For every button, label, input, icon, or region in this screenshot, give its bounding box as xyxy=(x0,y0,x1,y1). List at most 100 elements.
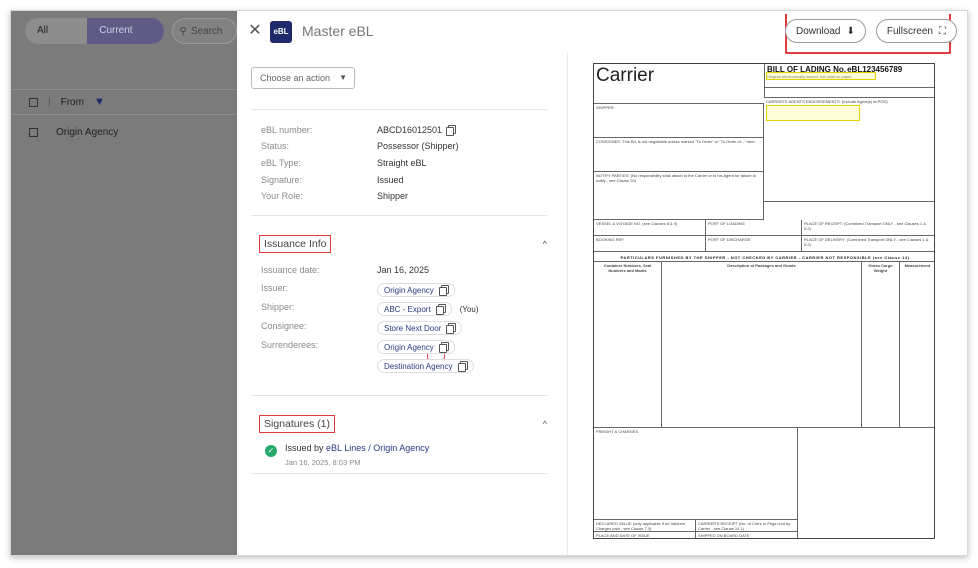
bill-of-lading-preview: Carrier BILL OF LADING No. eBL123456789 … xyxy=(593,63,935,539)
port-loading-label: PORT OF LOADING xyxy=(708,221,745,226)
carrier-receipt-cell: CARRIER'S RECEIPT (No. of Cntrs or Pkgs … xyxy=(696,520,798,532)
summary-row-ebl-type: eBL Type: Straight eBL xyxy=(261,158,427,168)
container-column-label: Container Numbers, Seal Numbers and Mark… xyxy=(603,263,652,273)
declared-value-label: DECLARED VALUE (only applicable if Ad Va… xyxy=(596,521,686,531)
issuer-value: Origin Agency xyxy=(384,285,434,295)
issuance-row-surrenderees: Surrenderees: Origin Agency xyxy=(261,340,455,354)
surrenderee-chip[interactable]: Destination Agency xyxy=(377,359,474,373)
issuance-row-surrenderee-2: Destination Agency xyxy=(261,359,474,373)
summary-row-signature: Signature: Issued xyxy=(261,175,404,185)
signatures-title[interactable]: Signatures (1) xyxy=(259,415,335,433)
terms-cell xyxy=(798,428,934,538)
status-value: Possessor (Shipper) xyxy=(377,141,459,151)
port-discharge-cell: PORT OF DISCHARGE xyxy=(706,236,802,252)
issuance-row-consignee: Consignee: Store Next Door xyxy=(261,321,463,335)
row-checkbox xyxy=(29,128,38,137)
chevron-up-icon[interactable]: ^ xyxy=(543,239,547,249)
freight-cell: FREIGHT & CHARGES xyxy=(594,428,798,520)
consignee-chip[interactable]: Store Next Door xyxy=(377,321,463,335)
measurement-column-label: Measurement xyxy=(904,263,931,268)
shipped-on-board-cell: SHIPPED ON BOARD DATE xyxy=(696,532,798,538)
consignee-field-label: CONSIGNEE: This B/L is not negotiable un… xyxy=(596,139,756,144)
chevron-up-icon[interactable]: ^ xyxy=(543,419,547,429)
tab-all-folders: All folders xyxy=(25,18,88,44)
background-app: All folders Current folder ⚲ Search | Fr… xyxy=(11,11,237,555)
freight-label: FREIGHT & CHARGES xyxy=(596,429,639,434)
carrier-name: Carrier xyxy=(596,65,655,86)
ebl-type-value: Straight eBL xyxy=(377,158,427,168)
issuance-date-value: Jan 16, 2025 xyxy=(377,265,430,275)
measurement-column: Measurement xyxy=(900,262,934,428)
port-discharge-label: PORT OF DISCHARGE xyxy=(708,237,751,242)
issuance-info-title[interactable]: Issuance Info xyxy=(259,235,332,253)
place-issue-cell: PLACE AND DATE OF ISSUE xyxy=(594,532,696,538)
shipper-cell: SHIPPER: xyxy=(594,104,764,138)
summary-label: Status: xyxy=(261,141,290,151)
copy-icon[interactable] xyxy=(457,361,468,372)
action-select-placeholder: Choose an action xyxy=(260,73,331,83)
shipped-on-board-label: SHIPPED ON BOARD DATE xyxy=(698,533,750,538)
summary-row-status: Status: Possessor (Shipper) xyxy=(261,141,459,151)
download-icon: ⬇ xyxy=(846,25,855,37)
port-loading-cell: PORT OF LOADING xyxy=(706,220,802,236)
search-placeholder: Search xyxy=(190,25,223,37)
ebl-drawer: ✕ eBL Master eBL Download ⬇ Fullscreen ⛶… xyxy=(237,11,967,555)
weight-column-label: Gross Cargo Weight xyxy=(868,263,893,273)
search-icon: ⚲ xyxy=(179,25,187,37)
carrier-cell: Carrier xyxy=(594,64,764,104)
issuer-label: Issuer: xyxy=(261,283,289,293)
vessel-label: VESSEL & VOYAGE NO. (see Clauses 8 & 9) xyxy=(596,221,678,226)
select-all-checkbox xyxy=(29,97,38,107)
copy-icon[interactable] xyxy=(435,304,446,315)
download-label: Download xyxy=(795,25,841,37)
copy-icon[interactable] xyxy=(438,342,449,353)
shipper-chip[interactable]: ABC - Export xyxy=(377,302,452,316)
close-icon[interactable]: ✕ xyxy=(247,21,263,41)
summary-label: Signature: xyxy=(261,175,303,185)
copy-icon[interactable] xyxy=(438,285,449,296)
place-delivery-label: PLACE OF DELIVERY: (Combined Transport O… xyxy=(804,237,929,247)
background-table-header: | From ▼ xyxy=(11,89,237,115)
action-select[interactable]: Choose an action ▼ xyxy=(251,67,355,89)
issued-by-link[interactable]: eBL Lines / Origin Agency xyxy=(326,443,429,453)
particulars-banner: PARTICULARS FURNISHED BY THE SHIPPER - N… xyxy=(594,254,934,262)
issuance-date-label: Issuance date: xyxy=(261,265,320,275)
copy-icon[interactable] xyxy=(446,125,457,136)
signature-entry: ✓ Issued by eBL Lines / Origin Agency Ja… xyxy=(265,443,429,467)
weight-column: Gross Cargo Weight xyxy=(862,262,900,428)
fullscreen-button[interactable]: Fullscreen ⛶ xyxy=(875,19,957,43)
divider xyxy=(251,215,547,216)
summary-label: Your Role: xyxy=(261,191,303,201)
you-note: (You) xyxy=(459,304,479,314)
fullscreen-icon: ⛶ xyxy=(939,25,946,37)
issuer-chip[interactable]: Origin Agency xyxy=(377,283,455,297)
bl-numbers-cell xyxy=(764,88,934,98)
shipper-value: ABC - Export xyxy=(384,304,431,314)
place-issue-label: PLACE AND DATE OF ISSUE xyxy=(596,533,650,538)
signature-text: Issued by eBL Lines / Origin Agency xyxy=(285,443,429,453)
summary-row-ebl-number: eBL number: ABCD16012501 xyxy=(261,125,457,136)
filter-icon: ▼ xyxy=(93,96,105,108)
surrenderee-value: Destination Agency xyxy=(384,361,453,371)
container-column: Container Numbers, Seal Numbers and Mark… xyxy=(594,262,662,428)
divider xyxy=(251,109,547,110)
surrenderee-chip[interactable]: Origin Agency xyxy=(377,340,455,354)
drawer-title: Master eBL xyxy=(302,23,374,39)
summary-label: eBL number: xyxy=(261,125,313,135)
endorsements-label: CARRIER'S AGENTS ENDORSEMENTS: (Include … xyxy=(766,99,888,104)
background-table-row: Origin Agency xyxy=(29,127,118,138)
description-column-label: Description of Packages and Goods xyxy=(727,263,796,268)
consignee-value: Store Next Door xyxy=(384,323,442,333)
issuance-row-shipper: Shipper: ABC - Export (You) xyxy=(261,302,479,316)
tab-current-folder: Current folder xyxy=(87,18,165,44)
document-actions: Download ⬇ Fullscreen ⛶ xyxy=(784,19,957,43)
copy-icon[interactable] xyxy=(446,323,457,334)
role-value: Shipper xyxy=(377,191,409,201)
row-from: Origin Agency xyxy=(56,127,119,138)
drawer-header: ✕ eBL Master eBL Download ⬇ Fullscreen ⛶ xyxy=(237,11,967,54)
download-button[interactable]: Download ⬇ xyxy=(784,19,866,43)
place-receipt-cell: PLACE OF RECEIPT: (Combined Transport ON… xyxy=(802,220,934,236)
surrenderee-value: Origin Agency xyxy=(384,342,434,352)
fullscreen-label: Fullscreen xyxy=(886,25,933,37)
original-note-highlight xyxy=(766,72,876,80)
